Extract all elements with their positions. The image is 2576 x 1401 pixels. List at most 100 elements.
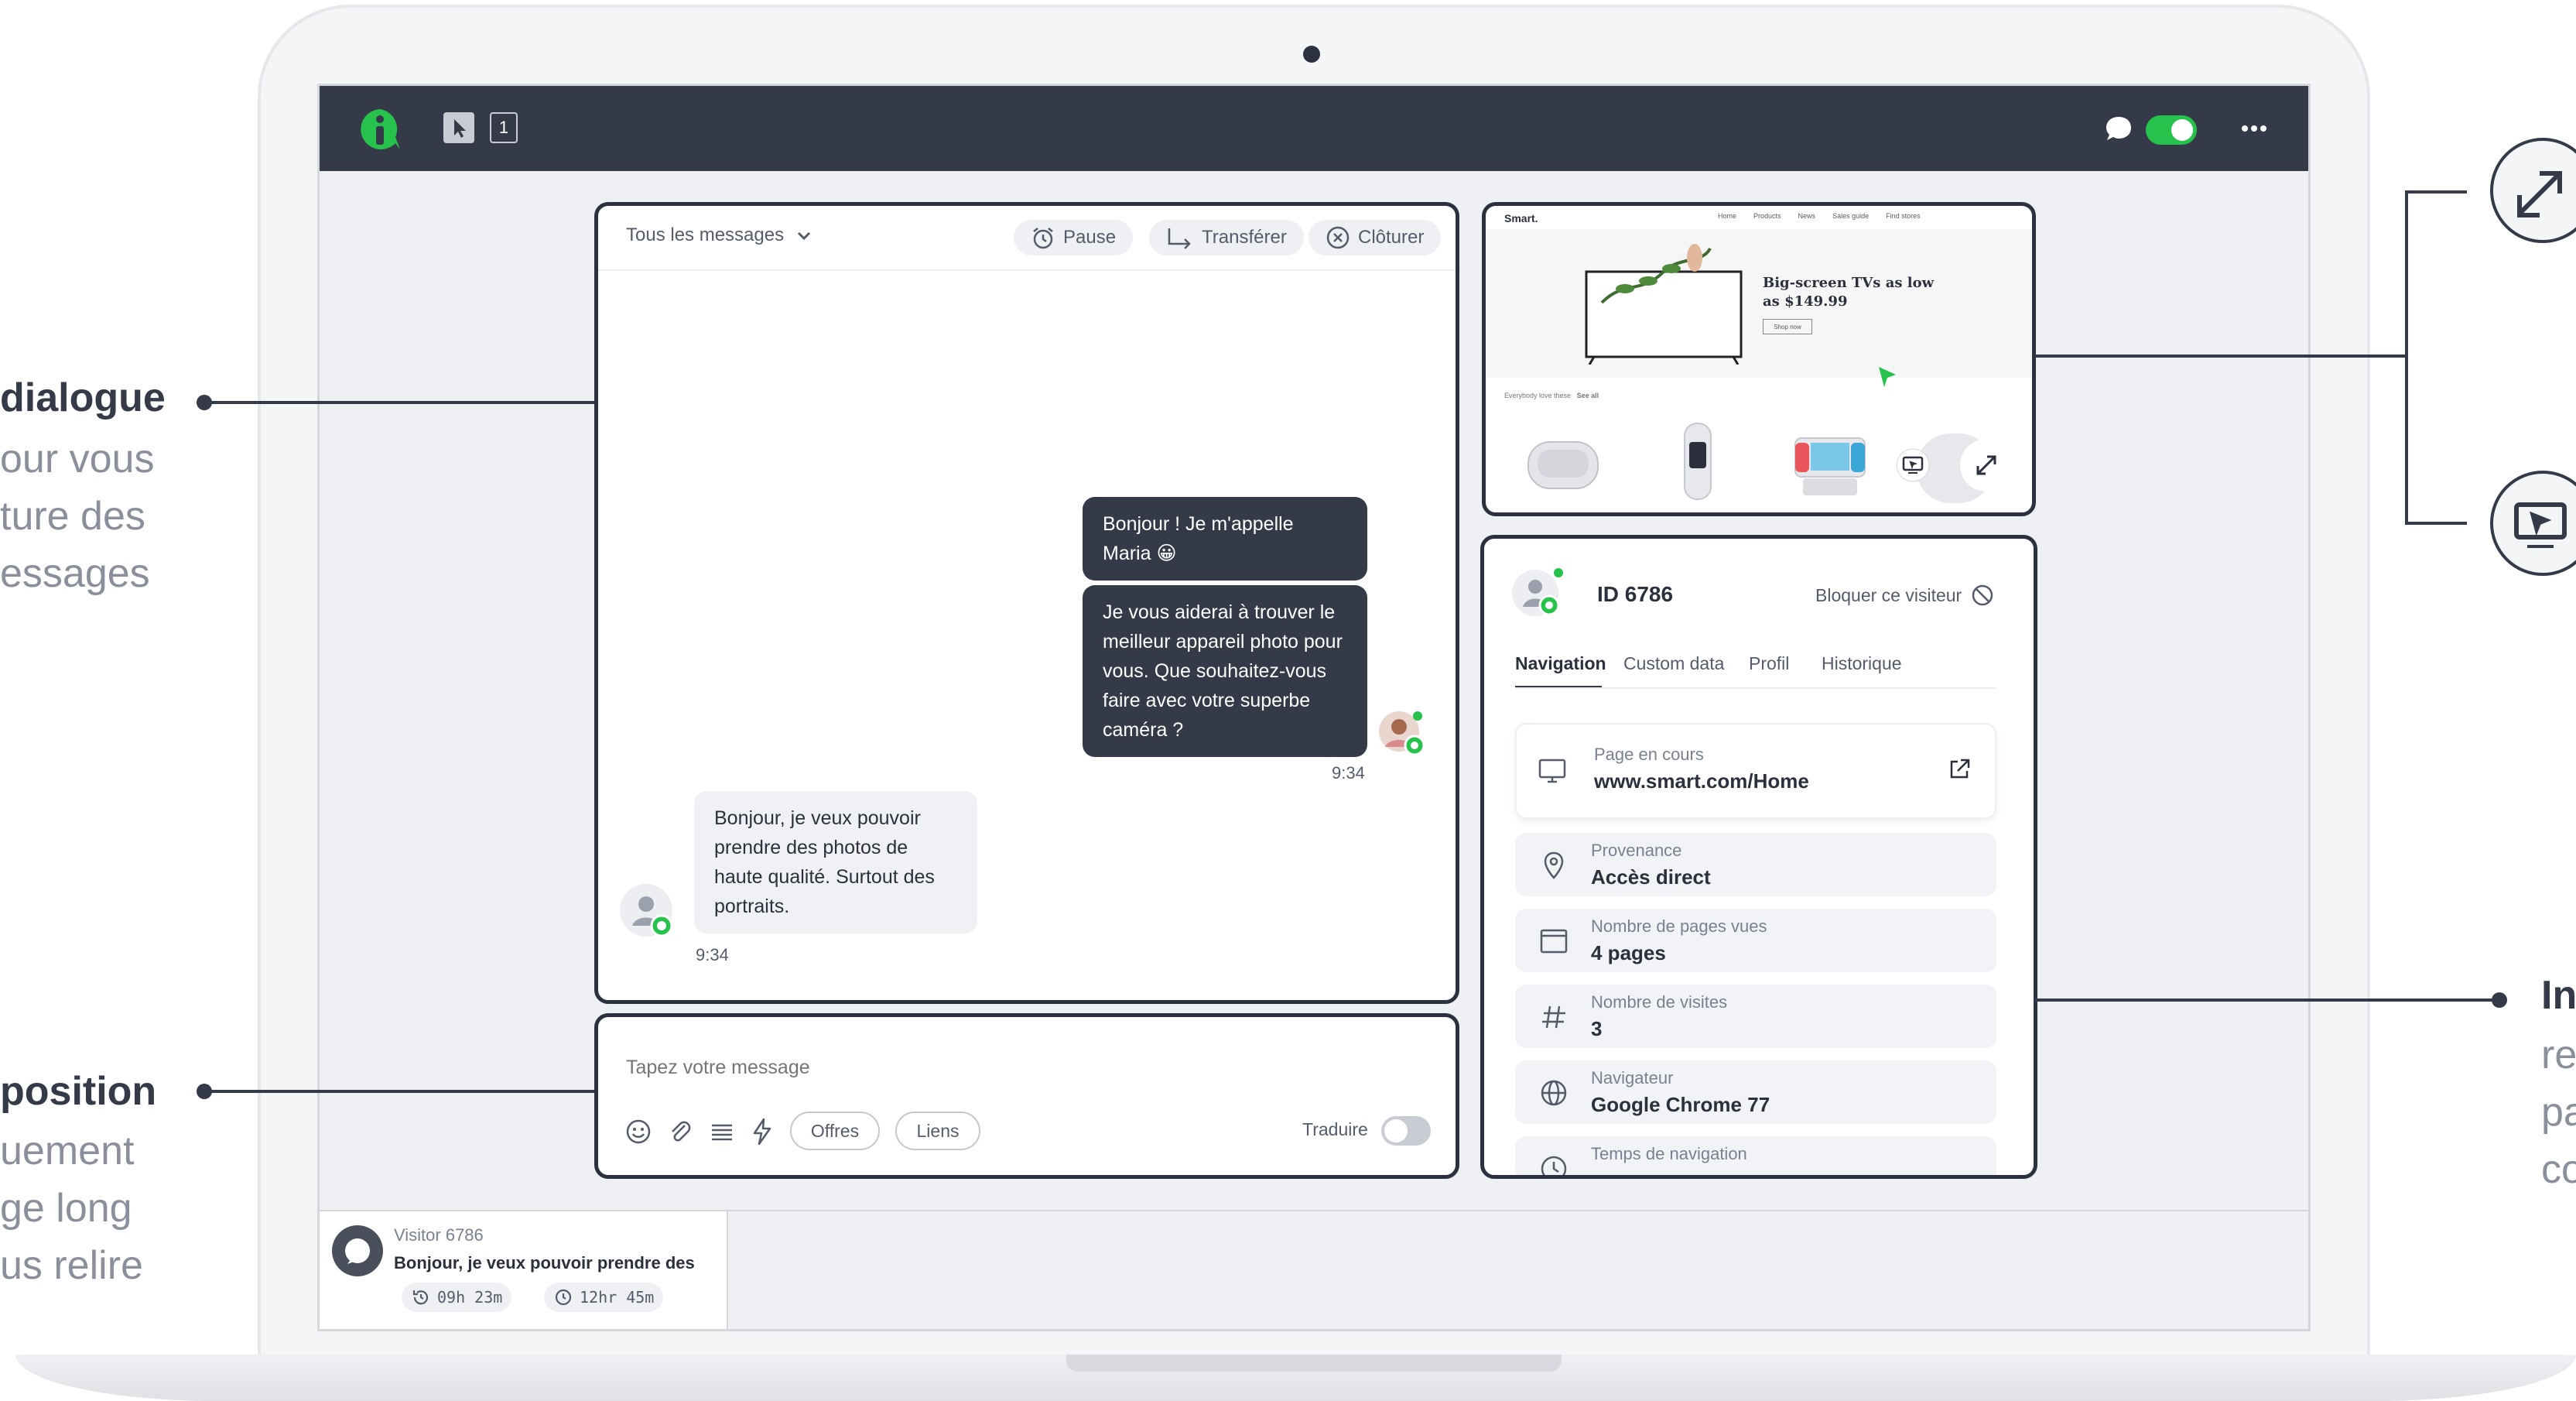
info-label: Nombre de visites bbox=[1591, 992, 1728, 1012]
emoji-icon[interactable] bbox=[624, 1118, 652, 1146]
block-visitor-button[interactable]: Bloquer ce visiteur bbox=[1815, 584, 1994, 607]
translate-toggle[interactable] bbox=[1381, 1116, 1431, 1146]
preview-nav: Home Products News Sales guide Find stor… bbox=[1718, 212, 1921, 220]
transfer-arrow-icon bbox=[1168, 228, 1191, 249]
info-value: Google Chrome 77 bbox=[1591, 1093, 1770, 1116]
location-pin-icon bbox=[1544, 851, 1564, 879]
expand-icon bbox=[2490, 138, 2576, 243]
cursor-mode-button[interactable] bbox=[443, 112, 474, 143]
cobrowse-preview[interactable]: Smart. Home Products News Sales guide Fi… bbox=[1482, 202, 2036, 516]
clock-icon bbox=[555, 1289, 572, 1306]
callout-bracket bbox=[2405, 522, 2467, 525]
tab-navigation[interactable]: Navigation bbox=[1515, 653, 1606, 674]
chevron-down-icon bbox=[798, 231, 811, 241]
visitor-message-bubble: Bonjour, je veux pouvoir prendre des pho… bbox=[694, 791, 977, 933]
preview-brand: Smart. bbox=[1504, 212, 1538, 224]
conversation-item[interactable]: Visitor 6786 Bonjour, je veux pouvoir pr… bbox=[320, 1211, 728, 1329]
laptop-camera bbox=[1303, 46, 1320, 63]
tab-historique[interactable]: Historique bbox=[1822, 653, 1902, 674]
vr-headset-image-icon bbox=[1527, 441, 1599, 489]
attachment-icon[interactable] bbox=[666, 1118, 694, 1146]
visitor-avatar-icon bbox=[1512, 568, 1563, 616]
laptop-notch bbox=[1066, 1355, 1562, 1372]
callout-line-connector bbox=[2035, 999, 2499, 1002]
more-options-icon[interactable] bbox=[2239, 117, 2270, 140]
transfer-label: Transférer bbox=[1202, 227, 1287, 248]
callout-title: dialogue bbox=[0, 375, 166, 420]
expand-icon[interactable] bbox=[1959, 438, 2013, 492]
info-card-provenance: Provenance Accès direct bbox=[1515, 833, 1996, 896]
info-card-pages-viewed: Nombre de pages vues 4 pages bbox=[1515, 909, 1996, 972]
current-page-url: www.smart.com/Home bbox=[1594, 769, 1809, 793]
callout-bracket bbox=[2405, 190, 2408, 523]
alarm-clock-icon bbox=[1033, 228, 1053, 249]
preview-hero bbox=[1486, 229, 2032, 378]
preview-row-text: Everybody love these bbox=[1504, 392, 1572, 399]
callout-title: position bbox=[0, 1069, 157, 1114]
list-icon[interactable] bbox=[708, 1118, 736, 1146]
callout-dot bbox=[2492, 992, 2507, 1008]
tab-custom-data[interactable]: Custom data bbox=[1623, 653, 1724, 674]
duration-badge: 09h 23m bbox=[402, 1283, 512, 1312]
visitor-avatar bbox=[618, 881, 680, 943]
lightning-icon[interactable] bbox=[748, 1116, 776, 1147]
browser-window-icon bbox=[1540, 929, 1568, 954]
info-card-visits: Nombre de visites 3 bbox=[1515, 985, 1996, 1048]
chat-bubble-icon[interactable] bbox=[2103, 114, 2134, 145]
preview-nav-item: Find stores bbox=[1886, 212, 1921, 220]
preview-row-link: See all bbox=[1576, 392, 1599, 399]
message-composer: Offres Liens Traduire bbox=[594, 1013, 1459, 1179]
callout-line: co bbox=[2541, 1147, 2576, 1192]
top-bar: 1 bbox=[320, 86, 2308, 171]
message-input[interactable] bbox=[624, 1048, 1324, 1087]
agent-avatar-icon bbox=[1379, 711, 1425, 756]
availability-toggle[interactable] bbox=[2146, 115, 2197, 145]
preview-nav-item: News bbox=[1798, 212, 1816, 220]
preview-headline: Big-screen TVs as low as $149.99 bbox=[1763, 275, 1935, 310]
globe-icon bbox=[1541, 1080, 1567, 1106]
callout-line: ge long bbox=[0, 1186, 132, 1231]
callout-bracket bbox=[2405, 190, 2467, 194]
agent-message-bubble: Bonjour ! Je m'appelle Maria 😀 bbox=[1083, 497, 1367, 581]
info-value: 3 bbox=[1591, 1017, 1603, 1040]
offers-button[interactable]: Offres bbox=[790, 1112, 880, 1150]
visitor-id: ID 6786 bbox=[1597, 582, 1674, 606]
current-page-card[interactable]: Page en cours www.smart.com/Home bbox=[1515, 723, 1996, 819]
tab-profil[interactable]: Profil bbox=[1749, 653, 1789, 674]
transfer-button[interactable]: Transférer bbox=[1149, 220, 1304, 255]
app-logo-icon bbox=[361, 109, 400, 149]
external-link-icon[interactable] bbox=[1945, 755, 1973, 783]
agent-avatar bbox=[1377, 707, 1427, 756]
info-value: 4 pages bbox=[1591, 941, 1666, 964]
message-filter-label: Tous les messages bbox=[626, 224, 785, 245]
chat-panel: Tous les messages Pause Transférer Clôtu… bbox=[594, 202, 1459, 1004]
callout-line: ture des bbox=[0, 494, 145, 539]
callout-title: In bbox=[2541, 973, 2576, 1018]
chat-counter-badge[interactable]: 1 bbox=[490, 112, 518, 143]
callout-line: uement bbox=[0, 1129, 135, 1173]
game-console-image-icon bbox=[1794, 437, 1866, 495]
callout-line: re bbox=[2541, 1033, 2576, 1077]
close-chat-button[interactable]: Clôturer bbox=[1309, 220, 1442, 255]
pause-button[interactable]: Pause bbox=[1014, 220, 1134, 255]
callout-text-block: re pa co bbox=[2541, 1026, 2576, 1198]
tv-image-icon bbox=[1585, 244, 1743, 365]
block-icon bbox=[1972, 584, 1993, 606]
clock-icon bbox=[1541, 1156, 1567, 1175]
current-page-label: Page en cours bbox=[1594, 745, 1704, 764]
callout-text-block: uement ge long us relire bbox=[0, 1122, 143, 1294]
screen-share-icon[interactable] bbox=[1896, 448, 1930, 482]
chat-status-icon bbox=[332, 1225, 383, 1276]
preview-nav-item: Sales guide bbox=[1832, 212, 1870, 220]
message-filter-dropdown[interactable]: Tous les messages bbox=[626, 224, 813, 246]
conversation-name: Visitor 6786 bbox=[394, 1225, 484, 1245]
wait-time-value: 12hr 45m bbox=[580, 1288, 655, 1307]
callout-line: pa bbox=[2541, 1090, 2576, 1135]
links-button[interactable]: Liens bbox=[895, 1112, 980, 1150]
close-chat-label: Clôturer bbox=[1358, 227, 1425, 248]
preview-shop-button: Shop now bbox=[1763, 319, 1812, 334]
close-circle-icon bbox=[1326, 226, 1350, 249]
duration-value: 09h 23m bbox=[437, 1288, 503, 1307]
visitor-message-time: 9:34 bbox=[696, 945, 729, 964]
callout-line-connector bbox=[2035, 355, 2407, 358]
